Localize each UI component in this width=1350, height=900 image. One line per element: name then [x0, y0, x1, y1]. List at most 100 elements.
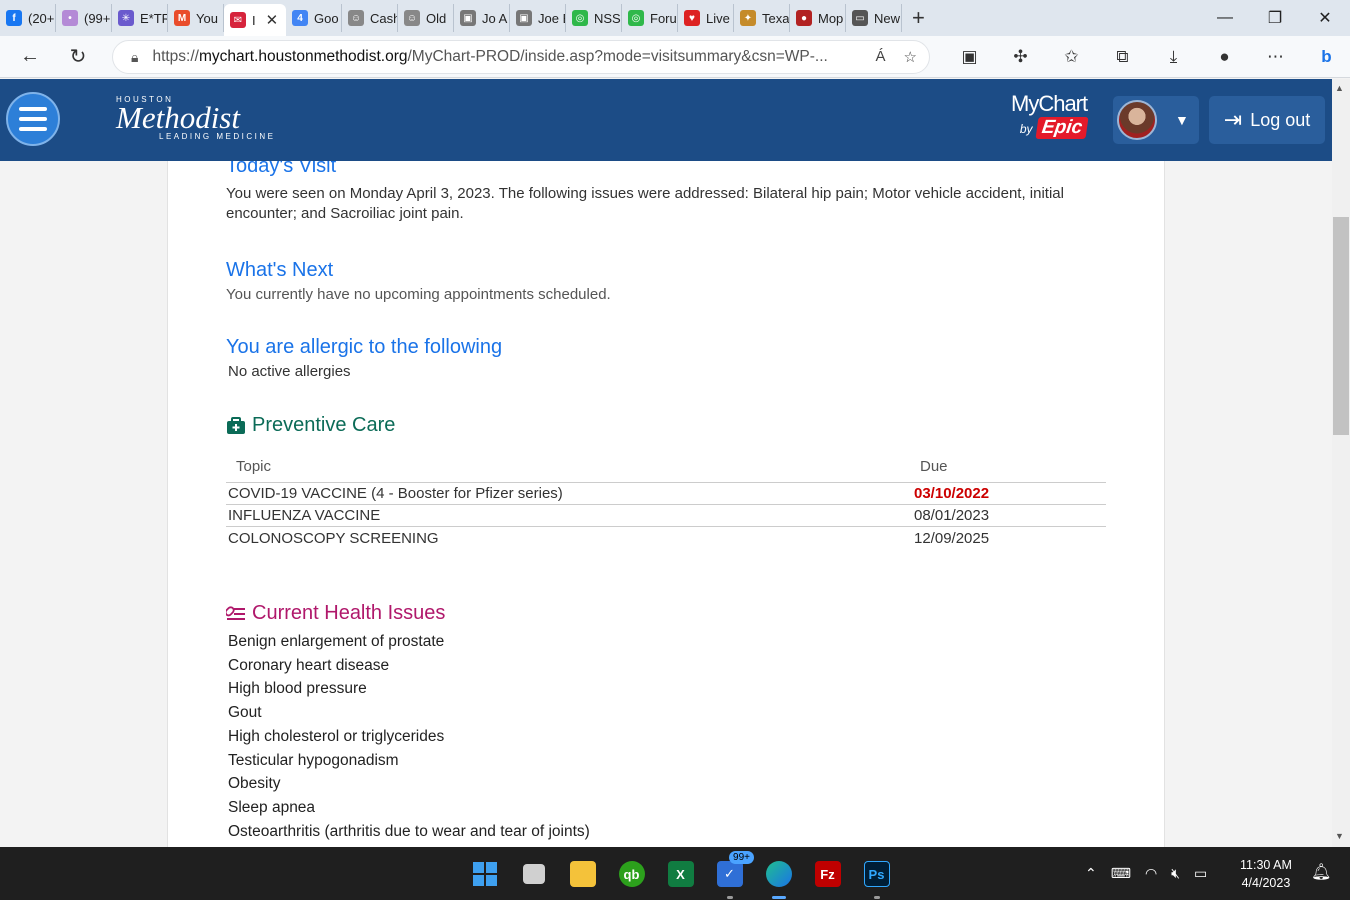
photoshop-icon: Ps	[863, 861, 890, 887]
task-view-icon	[522, 864, 545, 884]
table-row: COVID-19 VACCINE (4 - Booster for Pfizer…	[226, 483, 1106, 505]
list-item: Sleep apnea	[228, 798, 316, 816]
add-favorite-icon[interactable]: ☆	[904, 48, 917, 66]
read-aloud-icon[interactable]: Á	[876, 48, 886, 66]
back-button[interactable]: ←	[10, 37, 50, 77]
browser-tab[interactable]: ◎ NSS	[566, 4, 622, 32]
chevron-down-icon: ▼	[1175, 112, 1189, 128]
browser-tab[interactable]: • (99+	[56, 4, 112, 32]
table-row: COLONOSCOPY SCREENING 12/09/2025	[226, 527, 1106, 549]
edge-button[interactable]	[754, 855, 803, 899]
new-tab-button[interactable]: +	[902, 5, 935, 31]
bing-chat-icon[interactable]: b	[1301, 47, 1350, 67]
tab-favicon-icon: ☺	[404, 10, 420, 26]
notifications-icon[interactable]: 🔔︎	[1311, 862, 1331, 882]
extension-icon[interactable]: ▣	[944, 47, 995, 67]
due-date-cell: 08/01/2023	[914, 507, 990, 524]
tab-title: (20+	[28, 10, 55, 26]
browser-tab[interactable]: ♥ Live	[678, 4, 734, 32]
volume-muted-icon[interactable]: 🔇︎	[1171, 865, 1180, 882]
browser-toolbar: ← ↻ 🔒︎ https://mychart.houstonmethodist.…	[0, 36, 1350, 78]
topic-cell: COLONOSCOPY SCREENING	[228, 529, 439, 547]
more-menu-icon[interactable]: ⋯	[1250, 47, 1301, 67]
task-view-button[interactable]	[509, 855, 558, 893]
url-host: mychart.houstonmethodist.org	[198, 48, 408, 65]
account-menu-button[interactable]: ▼	[1113, 96, 1199, 144]
logo-main-text: Methodist	[116, 100, 240, 135]
favorites-icon[interactable]: ✩	[1046, 47, 1097, 67]
tab-favicon-icon: M	[174, 10, 190, 26]
tab-title: Cash	[370, 10, 398, 26]
taskbar-apps: qb X ✓ 99+ Fz Ps	[460, 851, 901, 899]
page-content: Today's Visit You were seen on Monday Ap…	[0, 161, 1332, 847]
profile-avatar[interactable]: ●	[1199, 47, 1250, 67]
edge-icon	[765, 861, 792, 887]
battery-icon[interactable]: ▭	[1194, 865, 1207, 882]
mail-button[interactable]: ✓ 99+	[705, 851, 754, 899]
column-due: Due	[920, 458, 948, 475]
lock-icon[interactable]: 🔒︎	[131, 49, 138, 66]
browser-tab[interactable]: ▭ New	[846, 4, 902, 32]
photoshop-button[interactable]: Ps	[852, 855, 901, 899]
browser-tab[interactable]: ☺ Cash	[342, 4, 398, 32]
tab-title: Old	[426, 10, 447, 26]
browser-tab[interactable]: 4 Goo	[286, 4, 342, 32]
list-item: Testicular hypogonadism	[228, 751, 399, 769]
tab-title: Live	[706, 10, 730, 26]
active-indicator	[771, 896, 786, 899]
logout-label: Log out	[1250, 109, 1311, 130]
browser-tab[interactable]: M You	[168, 4, 224, 32]
minimize-button[interactable]: —	[1200, 0, 1250, 36]
tab-favicon-icon: ✳	[118, 10, 134, 26]
allergies-text: No active allergies	[228, 363, 351, 380]
tab-favicon-icon: 4	[292, 10, 308, 26]
chevron-up-icon[interactable]: ⌃	[1085, 865, 1097, 882]
filezilla-button[interactable]: Fz	[803, 855, 852, 893]
scrollbar-thumb[interactable]	[1333, 217, 1349, 435]
scroll-down-arrow[interactable]: ▼	[1335, 831, 1344, 841]
extensions-puzzle-icon[interactable]: ✣	[995, 47, 1046, 67]
tab-title: I	[252, 12, 256, 28]
excel-button[interactable]: X	[656, 855, 705, 893]
main-menu-button[interactable]	[6, 92, 60, 146]
preventive-care-heading: Preventive Care	[226, 414, 395, 437]
collections-icon[interactable]: ⧉	[1097, 47, 1148, 67]
topic-cell: COVID-19 VACCINE (4 - Booster for Pfizer…	[228, 485, 563, 502]
vertical-scrollbar[interactable]: ▲ ▼	[1332, 79, 1350, 847]
browser-tab[interactable]: ✦ Texa	[734, 4, 790, 32]
quickbooks-icon: qb	[618, 861, 645, 887]
list-item: High cholesterol or triglycerides	[228, 727, 445, 745]
browser-tab[interactable]: ◎ Foru	[622, 4, 678, 32]
browser-tab[interactable]: f (20+	[0, 4, 56, 32]
tab-favicon-icon: ▣	[516, 10, 532, 26]
browser-tab[interactable]: ▣ Joe E	[510, 4, 566, 32]
houston-methodist-logo[interactable]: HOUSTON Methodist LEADING MEDICINE	[116, 95, 275, 141]
refresh-button[interactable]: ↻	[58, 37, 98, 77]
tab-title: Jo A	[482, 10, 508, 26]
browser-tab-strip: f (20+ • (99+ ✳ E*TR M You ✉ I ✕ 4 Goo ☺ Cash ☺ Old ▣ Jo A…	[0, 0, 1350, 36]
wifi-icon[interactable]: ◠	[1145, 865, 1157, 882]
file-explorer-button[interactable]	[558, 855, 607, 893]
close-window-button[interactable]: ✕	[1300, 0, 1350, 36]
address-bar[interactable]: 🔒︎ https://mychart.houstonmethodist.org /…	[112, 40, 930, 74]
keyboard-icon[interactable]: ⌨	[1111, 865, 1131, 882]
system-clock[interactable]: 11:30 AM 4/4/2023	[1240, 856, 1292, 892]
browser-tab[interactable]: ▣ Jo A	[454, 4, 510, 32]
user-avatar	[1117, 100, 1157, 140]
browser-tab[interactable]: ☺ Old	[398, 4, 454, 32]
scroll-up-arrow[interactable]: ▲	[1335, 83, 1344, 93]
tab-list: f (20+ • (99+ ✳ E*TR M You ✉ I ✕ 4 Goo ☺ Cash ☺ Old ▣ Jo A…	[0, 0, 902, 36]
downloads-icon[interactable]: ⤓	[1148, 47, 1199, 67]
close-tab-icon[interactable]: ✕	[266, 11, 279, 29]
tab-title: New	[874, 10, 901, 26]
browser-tab[interactable]: ● Mop	[790, 4, 846, 32]
logout-button[interactable]: ⇥ Log out	[1209, 96, 1325, 144]
table-body: COVID-19 VACCINE (4 - Booster for Pfizer…	[226, 483, 1106, 549]
windows-taskbar: qb X ✓ 99+ Fz Ps ⌃ ⌨ ◠ 🔇︎ ▭ 11:30 AM 4/4…	[0, 847, 1350, 900]
start-button[interactable]	[460, 855, 509, 893]
tab-title: Mop	[818, 10, 844, 26]
restore-button[interactable]: ❐	[1250, 0, 1300, 36]
quickbooks-button[interactable]: qb	[607, 855, 656, 893]
browser-tab[interactable]: ✳ E*TR	[112, 4, 168, 32]
browser-tab[interactable]: ✉ I ✕	[224, 4, 286, 36]
